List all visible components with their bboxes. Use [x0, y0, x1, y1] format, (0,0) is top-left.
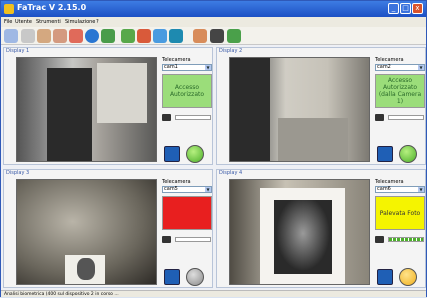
id-card-icon[interactable]: [210, 29, 224, 43]
app-window: FaTrac V 2.15.0 _ □ x File Utente Strume…: [0, 0, 427, 297]
menu-bar: File Utente Strumenti Simulazione ?: [1, 17, 426, 27]
display-panel-4: Display 4 Telecamera cam6 ▼ Palevata Foto: [216, 169, 426, 288]
globe-icon[interactable]: [164, 146, 180, 162]
camera-feed: [229, 57, 370, 162]
minimize-button[interactable]: _: [388, 3, 399, 14]
progress-bar: [388, 115, 424, 120]
globe-icon[interactable]: [377, 269, 393, 285]
display-title: Display 2: [219, 48, 243, 54]
user-remove-icon[interactable]: [69, 29, 83, 43]
status-bar: Analisi biometrica (400 sul dispositivo …: [1, 290, 426, 297]
camera-label: Telecamera: [375, 179, 404, 185]
close-button[interactable]: x: [412, 3, 423, 14]
camera-select-value: cam5: [164, 186, 178, 192]
camera-icon: [375, 114, 384, 121]
display-title: Display 4: [219, 170, 243, 176]
access-status: Accesso Autorizzato: [162, 74, 212, 108]
exit-icon[interactable]: [227, 29, 241, 43]
camera-feed: [16, 179, 157, 285]
menu-strumenti[interactable]: Strumenti: [36, 19, 61, 25]
globe-icon[interactable]: [164, 269, 180, 285]
window-title: FaTrac V 2.15.0: [17, 3, 87, 12]
display-panel-2: Display 2 Telecamera cam2 ▼ Accesso Autor…: [216, 47, 426, 165]
camera-select-value: cam1: [164, 64, 178, 70]
person-icon[interactable]: [193, 29, 207, 43]
globe-icon[interactable]: [169, 29, 183, 43]
camera-select[interactable]: cam6 ▼: [375, 186, 425, 193]
camera-select[interactable]: cam1 ▼: [162, 64, 212, 71]
camera-feed: [229, 179, 370, 285]
title-bar: FaTrac V 2.15.0 _ □ x: [1, 1, 426, 17]
status-light: [186, 145, 204, 163]
chevron-down-icon: ▼: [418, 65, 424, 70]
globe-icon[interactable]: [377, 146, 393, 162]
chevron-down-icon: ▼: [205, 187, 211, 192]
camera-feed: [16, 57, 157, 162]
user-remove-icon[interactable]: [53, 29, 67, 43]
status-light: [186, 268, 204, 286]
display-title: Display 1: [6, 48, 30, 54]
chevron-down-icon: ▼: [205, 65, 211, 70]
camera-label: Telecamera: [162, 179, 191, 185]
chart-icon[interactable]: [121, 29, 135, 43]
progress-bar: [388, 237, 424, 242]
toolbar: [1, 27, 426, 45]
camera-select[interactable]: cam2 ▼: [375, 64, 425, 71]
cycle-icon[interactable]: [153, 29, 167, 43]
app-icon: [4, 4, 14, 14]
camera-icon: [375, 236, 384, 243]
camera-icon: [162, 236, 171, 243]
progress-bar: [175, 237, 211, 242]
access-status: Palevata Foto: [375, 196, 425, 230]
users-icon[interactable]: [4, 29, 18, 43]
camera-label: Telecamera: [375, 57, 404, 63]
menu-utente[interactable]: Utente: [15, 19, 32, 25]
access-status: Accesso Autorizzato (dalla Camera 1): [375, 74, 425, 108]
monitor-icon[interactable]: [101, 29, 115, 43]
camera-label: Telecamera: [162, 57, 191, 63]
display-title: Display 3: [6, 170, 30, 176]
progress-bar: [175, 115, 211, 120]
user-add-icon[interactable]: [21, 29, 35, 43]
status-light: [399, 268, 417, 286]
camera-select[interactable]: cam5 ▼: [162, 186, 212, 193]
maximize-button[interactable]: □: [400, 3, 411, 14]
play-icon[interactable]: [85, 29, 99, 43]
arrows-icon[interactable]: [137, 29, 151, 43]
menu-help[interactable]: ?: [96, 19, 99, 25]
menu-file[interactable]: File: [4, 19, 12, 25]
chevron-down-icon: ▼: [418, 187, 424, 192]
camera-select-value: cam2: [377, 64, 391, 70]
display-panel-3: Display 3 Telecamera cam5 ▼: [3, 169, 213, 288]
menu-simulazione[interactable]: Simulazione: [65, 19, 95, 25]
access-status: [162, 196, 212, 230]
status-light: [399, 145, 417, 163]
user-edit-icon[interactable]: [37, 29, 51, 43]
display-panel-1: Display 1 Telecamera cam1 ▼ Accesso Autor…: [3, 47, 213, 165]
camera-icon: [162, 114, 171, 121]
camera-select-value: cam6: [377, 186, 391, 192]
